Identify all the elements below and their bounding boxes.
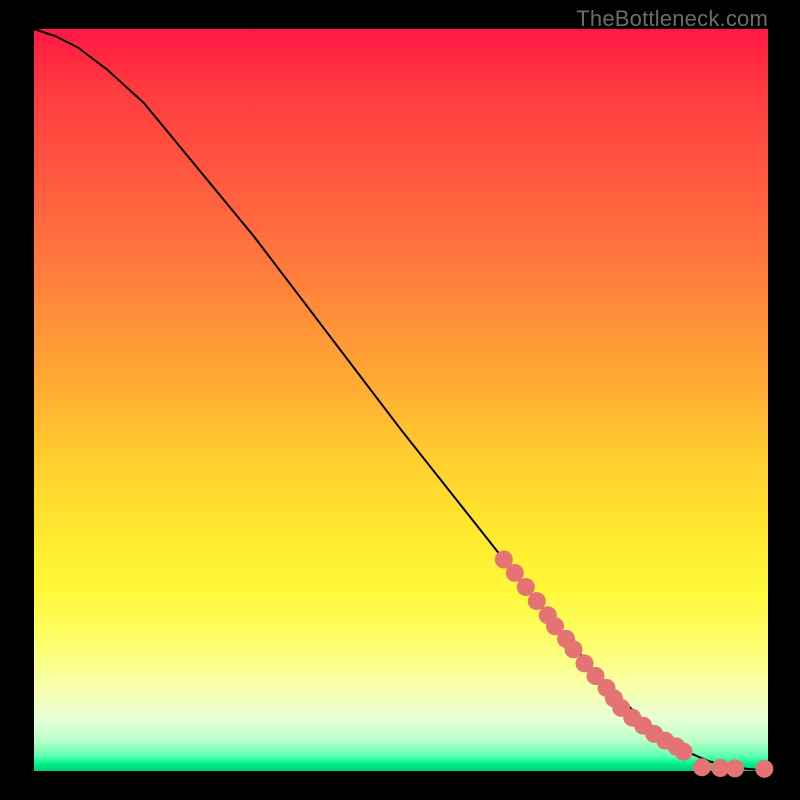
data-point <box>693 758 711 776</box>
data-point <box>755 760 773 778</box>
data-point <box>565 640 583 658</box>
data-point <box>675 743 693 761</box>
chart-frame: TheBottleneck.com <box>0 0 800 800</box>
data-point <box>506 564 524 582</box>
data-point <box>517 578 535 596</box>
scatter-dots <box>495 551 774 778</box>
data-point <box>528 592 546 610</box>
curve-line <box>34 29 768 770</box>
data-point <box>726 759 744 777</box>
chart-overlay <box>34 29 768 771</box>
